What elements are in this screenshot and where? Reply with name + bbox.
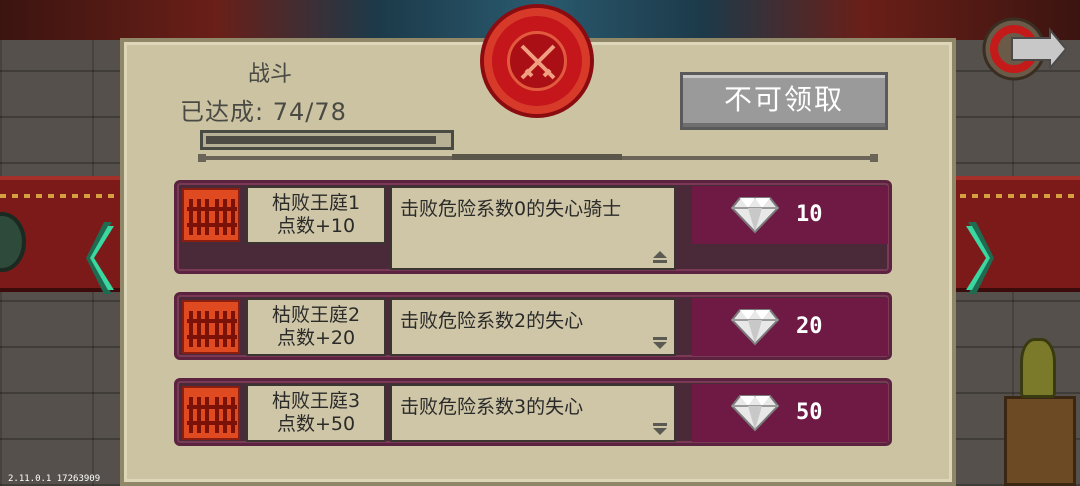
diamond-icon: [730, 197, 780, 234]
diamond-icon: [730, 309, 780, 346]
task-description[interactable]: 击败危险系数2的失心: [390, 298, 676, 356]
task-description-text: 击败危险系数3的失心: [400, 396, 584, 418]
task-description-text: 击败危险系数0的失心骑士: [400, 198, 622, 220]
progress-text: 已达成: 74/78: [180, 92, 480, 127]
gate-icon: [182, 386, 240, 440]
reward-amount: 10: [796, 202, 823, 227]
task-description[interactable]: 击败危险系数0的失心骑士: [390, 186, 676, 270]
task-name-title: 枯败王庭2: [271, 304, 361, 326]
progress-label: 已达成:: [180, 98, 265, 126]
background-pedestal: [1004, 396, 1076, 486]
task-name-points: 点数+20: [276, 327, 356, 349]
gate-icon: [182, 300, 240, 354]
reward-box: 20: [692, 298, 888, 356]
gate-icon: [182, 188, 240, 242]
task-name: 枯败王庭2 点数+20: [246, 298, 386, 356]
reward-box: 10: [692, 186, 888, 244]
reward-amount: 20: [796, 314, 823, 339]
expand-icon[interactable]: [652, 422, 668, 436]
crossed-swords-seal-icon: [484, 8, 590, 114]
expand-icon[interactable]: [652, 336, 668, 350]
scroll-indicator: [452, 154, 622, 160]
task-name: 枯败王庭3 点数+50: [246, 384, 386, 442]
version-label: 2.11.0.1 17263909: [8, 474, 101, 484]
task-name: 枯败王庭1 点数+10: [246, 186, 386, 244]
chevron-right-icon[interactable]: [964, 218, 994, 298]
progress-value: 74/78: [272, 98, 347, 126]
reward-amount: 50: [796, 400, 823, 425]
background-character: [1020, 338, 1056, 398]
task-name-title: 枯败王庭1: [271, 192, 361, 214]
reward-box: 50: [692, 384, 888, 442]
progress-bar-fill: [206, 136, 436, 144]
diamond-icon: [730, 395, 780, 432]
task-name-title: 枯败王庭3: [271, 390, 361, 412]
task-description[interactable]: 击败危险系数3的失心: [390, 384, 676, 442]
back-button[interactable]: [982, 16, 1068, 82]
task-name-points: 点数+50: [276, 413, 356, 435]
chevron-left-icon[interactable]: [86, 218, 116, 298]
progress-bar: [200, 130, 454, 150]
task-description-text: 击败危险系数2的失心: [400, 310, 584, 332]
task-name-points: 点数+10: [276, 215, 356, 237]
collapse-icon[interactable]: [652, 250, 668, 264]
claim-button[interactable]: 不可领取: [680, 72, 888, 130]
back-arrow-icon: [982, 17, 1068, 81]
category-title: 战斗: [247, 62, 292, 87]
